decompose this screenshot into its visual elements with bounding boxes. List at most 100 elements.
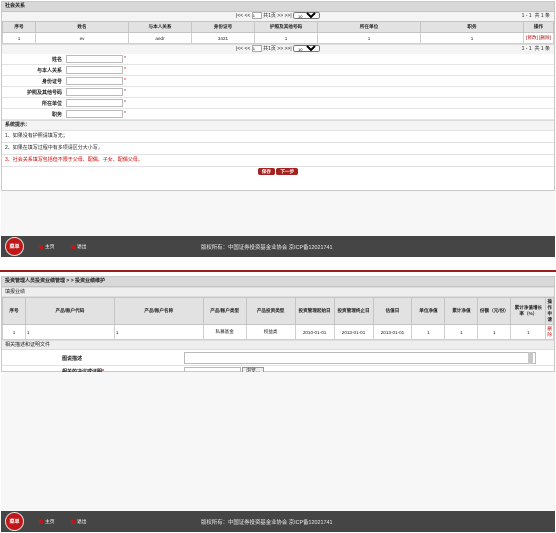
performance-panel: 投资管理人员投资业绩管理 > > 投资业绩维护 填报业绩 序号 产品/账户代码 … — [1, 276, 555, 384]
total-pages: 共1页 — [263, 13, 276, 19]
home-link[interactable]: 主页 — [39, 243, 55, 250]
social-relations-panel: 社会关系 |<< << 共1页 >> >>| 10 1 - 1 共 1 条 序号… — [1, 1, 555, 191]
name-input[interactable] — [66, 55, 123, 63]
col-header: 产品投资类型 — [245, 297, 296, 325]
position-input[interactable] — [66, 110, 123, 118]
record-total: 共 1 条 — [534, 13, 550, 19]
home-icon — [39, 244, 43, 249]
desc-row: 图说描述 — [2, 350, 554, 366]
record-total: 共 1 条 — [534, 46, 550, 52]
first-page-button[interactable]: |<< — [236, 46, 243, 52]
col-header: 份额（元/份） — [477, 297, 512, 325]
col-header: 估值日 — [372, 297, 413, 325]
footer-bar: 菜单 主页 退出 版权所有：中国证券投资基金业协会 京ICP备12021741 — [1, 236, 555, 257]
total-pages: 共1页 — [263, 46, 276, 52]
pager-top: |<< << 共1页 >> >>| 10 1 - 1 共 1 条 — [2, 12, 554, 21]
product-name-input[interactable]: 1 — [113, 324, 204, 340]
form-row-position: 职务 * — [2, 109, 554, 120]
menu-button[interactable]: 菜单 — [5, 512, 24, 531]
growth-input[interactable]: 1 — [510, 324, 547, 340]
field-label: 护照及其他号码 — [26, 90, 62, 96]
edit-delete-links[interactable]: [修改] [删除] — [523, 32, 554, 44]
required-mark: * — [124, 56, 126, 62]
col-header: 序号 — [2, 21, 36, 33]
next-step-button[interactable]: 下一步 — [276, 168, 299, 175]
col-header: 产品/账户代码 — [24, 297, 115, 325]
col-header: 投资管理起始日 — [294, 297, 335, 325]
table-header: 序号 产品/账户代码 产品/账户名称 产品/账户类型 产品投资类型 投资管理起始… — [2, 297, 554, 325]
save-button[interactable]: 保存 — [257, 168, 275, 175]
form-row-id: 身份证号 * — [2, 76, 554, 87]
table-row: 1 1 1 私募基金 权益类 2010-01-01 2013-01-01 201… — [2, 324, 554, 340]
form-actions: 保存 下一步 — [2, 166, 554, 177]
last-page-button[interactable]: >>| — [285, 46, 292, 52]
required-mark: * — [124, 100, 126, 106]
field-label: 与本人关系 — [36, 68, 62, 74]
prev-page-button[interactable]: << — [244, 46, 250, 52]
cell: 1 — [2, 324, 26, 340]
cell: 3421 — [191, 32, 255, 44]
product-type-select[interactable]: 私募基金 — [202, 324, 247, 340]
logout-link[interactable]: 退出 — [71, 518, 87, 525]
col-header: 单位净值 — [411, 297, 446, 325]
col-header: 累计净值增长率（%） — [510, 297, 547, 325]
cell: 1 — [2, 32, 36, 44]
relations-table: 序号 姓名 与本人关系 身份证号 护照及其他号码 所在单位 职务 操作 1 ev… — [2, 21, 554, 44]
logout-icon — [71, 519, 75, 524]
prev-page-button[interactable]: << — [244, 13, 250, 19]
page-number-input[interactable] — [251, 45, 262, 53]
relation-form: 姓名 * 与本人关系 * 身份证号 * 护照及其他号码 * 所在单位 * 职务 … — [2, 54, 554, 120]
pager-bottom: |<< << 共1页 >> >>| 10 1 - 1 共 1 条 — [2, 44, 554, 54]
field-label: 所在单位 — [41, 101, 62, 107]
employer-input[interactable] — [66, 99, 123, 107]
passport-input[interactable] — [66, 88, 123, 96]
unit-nav-input[interactable]: 1 — [411, 324, 446, 340]
cell: 1 — [420, 32, 524, 44]
cell: 1 — [317, 32, 421, 44]
required-mark: * — [124, 67, 126, 73]
divider — [0, 270, 556, 272]
record-range: 1 - 1 — [521, 46, 532, 52]
logout-link[interactable]: 退出 — [71, 243, 87, 250]
field-label: 姓名 — [51, 57, 62, 63]
cell: 1 — [254, 32, 318, 44]
acc-nav-input[interactable]: 1 — [444, 324, 479, 340]
valuation-date-input[interactable]: 2013-01-01 — [372, 324, 413, 340]
col-header: 操作申请 — [545, 297, 554, 325]
textarea-scrollbar[interactable] — [528, 352, 533, 364]
product-code-input[interactable]: 1 — [24, 324, 115, 340]
copyright: 版权所有：中国证券投资基金业协会 京ICP备12021741 — [201, 245, 333, 251]
col-header: 姓名 — [35, 21, 129, 33]
blank-area — [1, 191, 555, 236]
col-header: 操作 — [523, 21, 554, 33]
logout-icon — [71, 244, 75, 249]
required-mark: * — [124, 111, 126, 117]
form-row-name: 姓名 * — [2, 54, 554, 65]
home-link[interactable]: 主页 — [39, 518, 55, 525]
copyright: 版权所有：中国证券投资基金业协会 京ICP备12021741 — [201, 520, 333, 526]
form-row-passport: 护照及其他号码 * — [2, 87, 554, 98]
description-textarea[interactable] — [184, 352, 536, 364]
invest-type-select[interactable]: 权益类 — [245, 324, 296, 340]
form-row-relation: 与本人关系 * — [2, 65, 554, 76]
page-number-input[interactable] — [251, 12, 262, 20]
cell: aedr — [128, 32, 192, 44]
performance-table: 序号 产品/账户代码 产品/账户名称 产品/账户类型 产品投资类型 投资管理起始… — [2, 297, 554, 340]
page-size-select[interactable]: 10 — [293, 45, 321, 53]
first-page-button[interactable]: |<< — [236, 13, 243, 19]
relation-input[interactable] — [66, 66, 123, 74]
tip-line: 2、如果在填写过程中有多项请区分大小写， — [2, 142, 554, 154]
id-number-input[interactable] — [66, 77, 123, 85]
next-page-button[interactable]: >> — [277, 46, 283, 52]
start-date-input[interactable]: 2010-01-01 — [294, 324, 335, 340]
blank-area — [1, 372, 555, 511]
share-input[interactable]: 1 — [477, 324, 512, 340]
home-icon — [39, 519, 43, 524]
menu-button[interactable]: 菜单 — [5, 237, 24, 256]
end-date-input[interactable]: 2013-01-01 — [333, 324, 374, 340]
last-page-button[interactable]: >>| — [285, 13, 292, 19]
page-size-select[interactable]: 10 — [293, 12, 321, 20]
delete-link[interactable]: 删除 — [545, 324, 554, 340]
next-page-button[interactable]: >> — [277, 13, 283, 19]
table-header: 序号 姓名 与本人关系 身份证号 护照及其他号码 所在单位 职务 操作 — [2, 21, 554, 33]
